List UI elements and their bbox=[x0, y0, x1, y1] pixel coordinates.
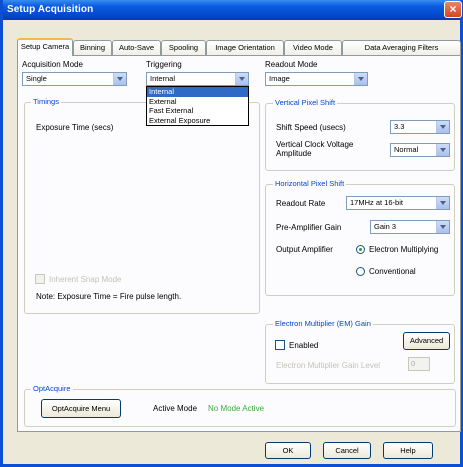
readout-rate-label: Readout Rate bbox=[276, 199, 326, 208]
advanced-button[interactable]: Advanced bbox=[403, 332, 450, 350]
readout-mode-select[interactable]: Image bbox=[265, 72, 368, 86]
triggering-label: Triggering bbox=[146, 60, 182, 69]
horizontal-pixel-shift-label: Horizontal Pixel Shift bbox=[273, 179, 347, 188]
conventional-label: Conventional bbox=[369, 267, 416, 276]
tab-spooling[interactable]: Spooling bbox=[161, 40, 206, 55]
em-gain-label: Electron Multiplier (EM) Gain bbox=[273, 319, 373, 328]
triggering-select[interactable]: Internal bbox=[146, 72, 249, 86]
shift-speed-value: 3.3 bbox=[394, 122, 405, 131]
vertical-clock-value: Normal bbox=[394, 145, 419, 154]
tab-data-averaging-filters[interactable]: Data Averaging Filters bbox=[342, 40, 461, 55]
readout-mode-label: Readout Mode bbox=[265, 60, 318, 69]
snap-mode-label: Inherent Snap Mode bbox=[49, 275, 122, 284]
window-title: Setup Acquisition bbox=[7, 4, 94, 15]
chevron-down-icon[interactable] bbox=[436, 121, 449, 133]
shift-speed-select[interactable]: 3.3 bbox=[390, 120, 450, 134]
electron-multiplying-label: Electron Multiplying bbox=[369, 245, 439, 254]
preamp-gain-select[interactable]: Gain 3 bbox=[370, 220, 450, 234]
radio-electron-multiplying[interactable] bbox=[356, 245, 365, 254]
chevron-down-icon[interactable] bbox=[354, 73, 367, 85]
active-mode-value: No Mode Active bbox=[208, 404, 265, 413]
vertical-pixel-shift-label: Vertical Pixel Shift bbox=[273, 98, 338, 107]
triggering-options-list: Internal External Fast External External… bbox=[146, 86, 249, 126]
acquisition-mode-value: Single bbox=[26, 74, 47, 83]
cancel-button[interactable]: Cancel bbox=[323, 442, 371, 459]
chevron-down-icon[interactable] bbox=[113, 73, 126, 85]
setup-camera-panel: Acquisition Mode Single Triggering Inter… bbox=[17, 55, 461, 432]
optacquire-menu-button[interactable]: OptAcquire Menu bbox=[41, 399, 121, 418]
vertical-clock-label-2: Amplitude bbox=[276, 149, 312, 158]
shift-speed-label: Shift Speed (usecs) bbox=[276, 123, 346, 132]
tab-image-orientation[interactable]: Image Orientation bbox=[206, 40, 284, 55]
triggering-value: Internal bbox=[150, 74, 176, 83]
vertical-pixel-shift-group bbox=[265, 103, 455, 171]
chevron-down-icon[interactable] bbox=[436, 197, 449, 209]
output-amplifier-label: Output Amplifier bbox=[276, 245, 333, 254]
readout-mode-value: Image bbox=[269, 74, 290, 83]
chevron-down-icon[interactable] bbox=[235, 73, 248, 85]
acquisition-mode-label: Acquisition Mode bbox=[22, 60, 83, 69]
chevron-down-icon[interactable] bbox=[436, 221, 449, 233]
close-icon[interactable]: × bbox=[444, 1, 462, 18]
vertical-clock-label-1: Vertical Clock Voltage bbox=[276, 140, 354, 149]
tab-binning[interactable]: Binning bbox=[73, 40, 112, 55]
vertical-clock-select[interactable]: Normal bbox=[390, 143, 450, 157]
exposure-time-label: Exposure Time (secs) bbox=[36, 123, 114, 132]
readout-rate-select[interactable]: 17MHz at 16-bit bbox=[346, 196, 450, 210]
preamp-gain-value: Gain 3 bbox=[374, 222, 397, 231]
ok-button[interactable]: OK bbox=[265, 442, 311, 459]
chevron-down-icon[interactable] bbox=[436, 144, 449, 156]
radio-conventional[interactable] bbox=[356, 267, 365, 276]
active-mode-label: Active Mode bbox=[153, 404, 198, 413]
tab-video-mode[interactable]: Video Mode bbox=[284, 40, 342, 55]
triggering-option-internal[interactable]: Internal bbox=[147, 87, 248, 97]
help-button[interactable]: Help bbox=[383, 442, 433, 459]
em-gain-level-label: Electron Multiplier Gain Level bbox=[276, 361, 381, 370]
triggering-option-external[interactable]: External bbox=[147, 97, 248, 107]
triggering-option-fast-external[interactable]: Fast External bbox=[147, 106, 248, 116]
timings-note: Note: Exposure Time = Fire pulse length. bbox=[36, 292, 182, 301]
title-bar[interactable]: Setup Acquisition × bbox=[3, 0, 462, 20]
optacquire-label: OptAcquire bbox=[31, 384, 73, 393]
em-gain-level-stepper[interactable]: 0 bbox=[408, 357, 430, 371]
em-enabled-checkbox[interactable] bbox=[275, 340, 285, 350]
timings-group-label: Timings bbox=[31, 97, 61, 106]
snap-mode-checkbox[interactable] bbox=[35, 274, 45, 284]
tab-auto-save[interactable]: Auto-Save bbox=[112, 40, 161, 55]
acquisition-mode-select[interactable]: Single bbox=[22, 72, 127, 86]
readout-rate-value: 17MHz at 16-bit bbox=[350, 198, 403, 207]
tab-setup-camera[interactable]: Setup Camera bbox=[17, 38, 73, 56]
setup-acquisition-dialog: Setup Acquisition × Setup Camera Binning… bbox=[0, 0, 463, 467]
em-enabled-label: Enabled bbox=[289, 341, 319, 350]
triggering-option-external-exposure[interactable]: External Exposure bbox=[147, 116, 248, 126]
tab-strip: Setup Camera Binning Auto-Save Spooling … bbox=[17, 38, 461, 56]
preamp-gain-label: Pre-Amplifier Gain bbox=[276, 223, 342, 232]
